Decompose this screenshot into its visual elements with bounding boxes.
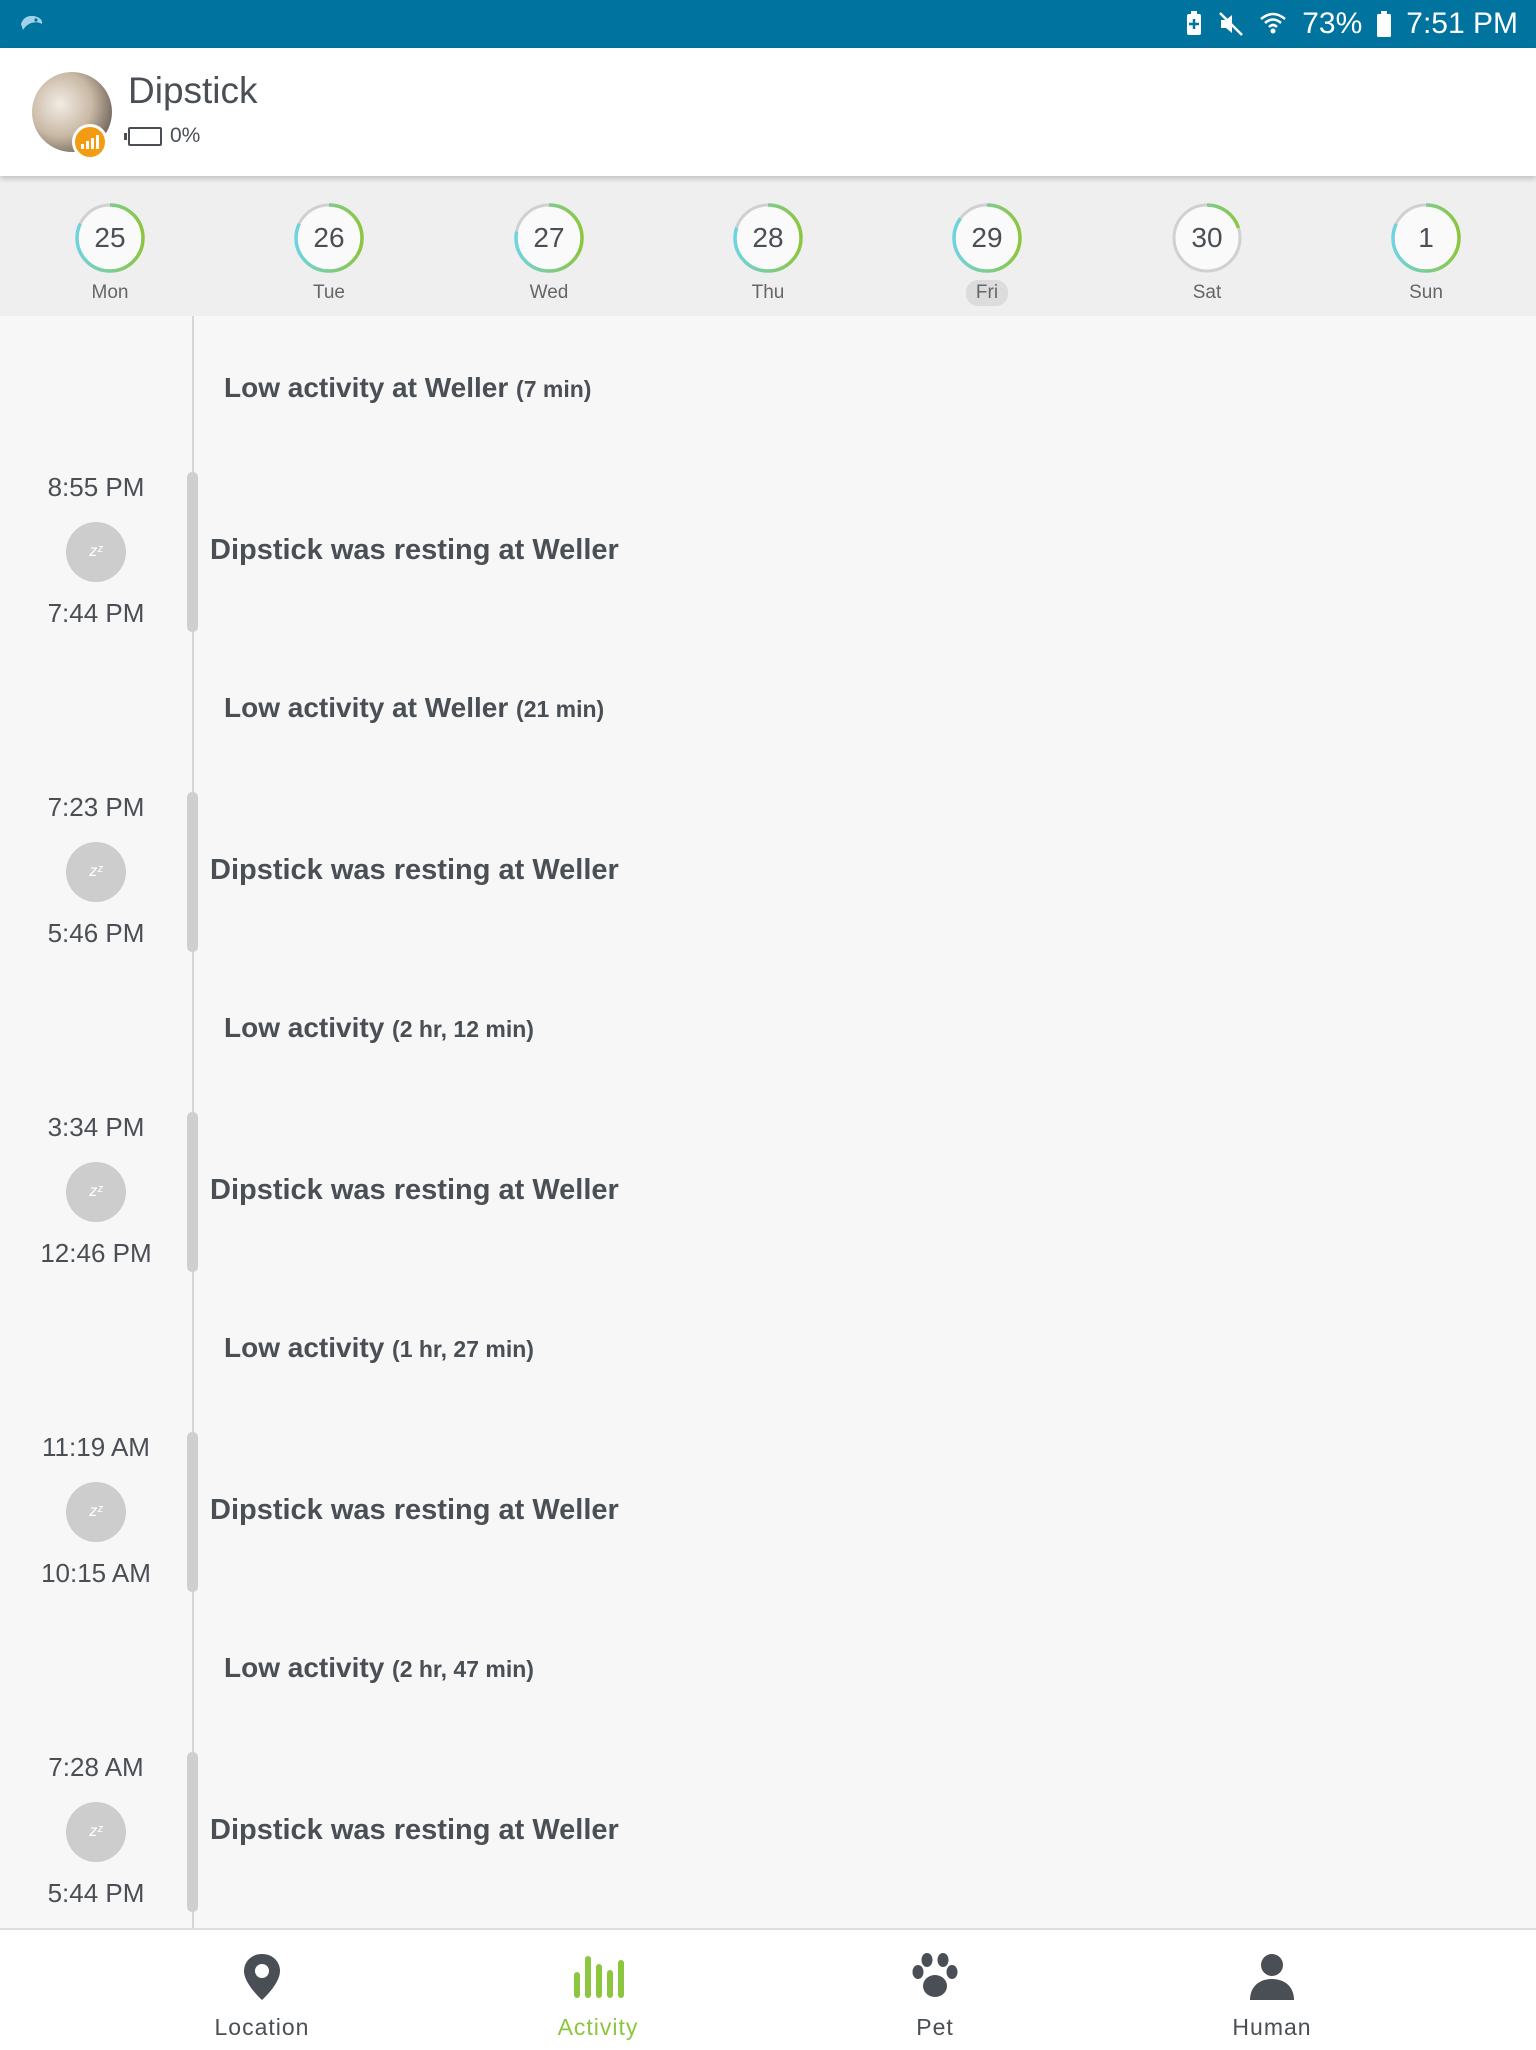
rest-entry-text[interactable]: Dipstick was resting at Weller	[210, 1814, 619, 1847]
low-activity-label: Low activity at Weller	[224, 372, 509, 403]
location-pin-icon	[242, 1952, 282, 2002]
tab-label: Pet	[916, 2014, 954, 2040]
day-number: 25	[94, 222, 126, 253]
day-item[interactable]: 26 Tue	[279, 202, 379, 306]
pet-header: Dipstick 0%	[0, 48, 1536, 176]
day-progress-ring: 27	[513, 202, 585, 274]
day-progress-ring: 29	[951, 202, 1023, 274]
day-name: Tue	[312, 282, 346, 303]
person-icon	[1248, 1952, 1296, 2002]
rest-entry-text[interactable]: Dipstick was resting at Weller	[210, 1494, 619, 1527]
battery-saver-icon	[1184, 11, 1204, 37]
activity-timeline[interactable]: Low activity at Weller (7 min) 8:55 PM z…	[0, 316, 1536, 1928]
day-name: Sat	[1192, 282, 1222, 303]
tracker-battery-label: 0%	[170, 124, 201, 147]
low-activity-entry[interactable]: Low activity (2 hr, 12 min)	[224, 1012, 534, 1044]
day-number: 26	[313, 222, 345, 253]
rest-entry-text[interactable]: Dipstick was resting at Weller	[210, 1174, 619, 1207]
status-bar: 73% 7:51 PM	[0, 0, 1536, 48]
rest-entry-text[interactable]: Dipstick was resting at Weller	[210, 854, 619, 887]
day-item[interactable]: 30 Sat	[1157, 202, 1257, 306]
rest-start-time: 12:46 PM	[40, 1238, 152, 1268]
rest-end-time: 7:28 AM	[48, 1752, 144, 1782]
low-activity-entry[interactable]: Low activity at Weller (21 min)	[224, 692, 604, 724]
sleep-zzz-icon: zᶻ	[66, 522, 126, 582]
rest-entry-text[interactable]: Dipstick was resting at Weller	[210, 534, 619, 567]
rest-end-time: 3:34 PM	[47, 1112, 145, 1142]
clock: 7:51 PM	[1406, 7, 1518, 40]
low-activity-duration: (1 hr, 27 min)	[392, 1336, 534, 1362]
battery-percent: 73%	[1302, 7, 1363, 40]
day-number: 27	[533, 222, 565, 253]
low-activity-entry[interactable]: Low activity at Weller (7 min)	[224, 372, 591, 404]
day-name: Fri	[965, 280, 1009, 306]
day-selector: 25 Mon 26 Tue 27 Wed 28 Thu 29 Fri 30 Sa…	[0, 176, 1536, 316]
battery-icon	[1376, 10, 1392, 38]
low-activity-entry[interactable]: Low activity (2 hr, 47 min)	[224, 1652, 534, 1684]
day-name: Wed	[529, 282, 569, 303]
day-progress-ring: 26	[293, 202, 365, 274]
battery-empty-icon	[124, 126, 162, 146]
sleep-zzz-icon: zᶻ	[66, 842, 126, 902]
low-activity-label: Low activity	[224, 1012, 385, 1043]
day-progress-ring: 30	[1171, 202, 1243, 274]
tab-label: Human	[1232, 2014, 1312, 2040]
sleep-zzz-icon: zᶻ	[66, 1802, 126, 1862]
tab-pet[interactable]: Pet	[743, 1930, 1127, 2050]
day-item[interactable]: 27 Wed	[499, 202, 599, 306]
app-notification-icon	[18, 12, 46, 39]
activity-bars-icon	[572, 1952, 624, 2002]
day-item-selected[interactable]: 29 Fri	[937, 202, 1037, 306]
low-activity-duration: (7 min)	[516, 376, 592, 402]
low-activity-label: Low activity	[224, 1652, 385, 1683]
paw-icon	[910, 1952, 960, 2002]
tab-label: Activity	[557, 2014, 639, 2040]
rest-start-time: 5:46 PM	[47, 918, 145, 948]
day-item[interactable]: 1 Sun	[1376, 202, 1476, 306]
wifi-icon	[1258, 11, 1288, 37]
low-activity-duration: (2 hr, 47 min)	[392, 1656, 534, 1682]
low-activity-label: Low activity	[224, 1332, 385, 1363]
day-name: Mon	[91, 282, 129, 303]
day-number: 1	[1418, 222, 1434, 253]
day-name: Sun	[1409, 282, 1443, 303]
day-progress-ring: 25	[74, 202, 146, 274]
low-activity-duration: (2 hr, 12 min)	[392, 1016, 534, 1042]
sleep-zzz-icon: zᶻ	[66, 1482, 126, 1542]
tab-label: Location	[214, 2014, 310, 2040]
signal-badge-icon	[72, 124, 108, 160]
day-item[interactable]: 25 Mon	[60, 202, 160, 306]
rest-end-time: 7:23 PM	[47, 792, 145, 822]
day-number: 30	[1191, 222, 1223, 253]
rest-start-time: 5:44 PM	[47, 1878, 145, 1908]
day-number: 29	[971, 222, 1003, 253]
pet-name: Dipstick	[128, 70, 258, 111]
day-name: Thu	[751, 282, 785, 303]
sleep-zzz-icon: zᶻ	[66, 1162, 126, 1222]
bottom-tab-bar: Location Activity Pet Human	[0, 1928, 1536, 2050]
rest-end-time: 8:55 PM	[47, 472, 145, 502]
mute-icon	[1218, 11, 1244, 37]
low-activity-duration: (21 min)	[516, 696, 605, 722]
day-progress-ring: 28	[732, 202, 804, 274]
tab-human[interactable]: Human	[1080, 1930, 1464, 2050]
day-progress-ring: 1	[1390, 202, 1462, 274]
tracker-battery: 0%	[124, 124, 201, 148]
tab-location[interactable]: Location	[70, 1930, 454, 2050]
day-item[interactable]: 28 Thu	[718, 202, 818, 306]
rest-start-time: 10:15 AM	[41, 1558, 151, 1588]
day-number: 28	[752, 222, 784, 253]
low-activity-entry[interactable]: Low activity (1 hr, 27 min)	[224, 1332, 534, 1364]
tab-activity[interactable]: Activity	[406, 1930, 790, 2050]
low-activity-label: Low activity at Weller	[224, 692, 509, 723]
rest-start-time: 7:44 PM	[47, 598, 145, 628]
pet-avatar[interactable]	[32, 72, 112, 160]
rest-end-time: 11:19 AM	[42, 1432, 150, 1462]
